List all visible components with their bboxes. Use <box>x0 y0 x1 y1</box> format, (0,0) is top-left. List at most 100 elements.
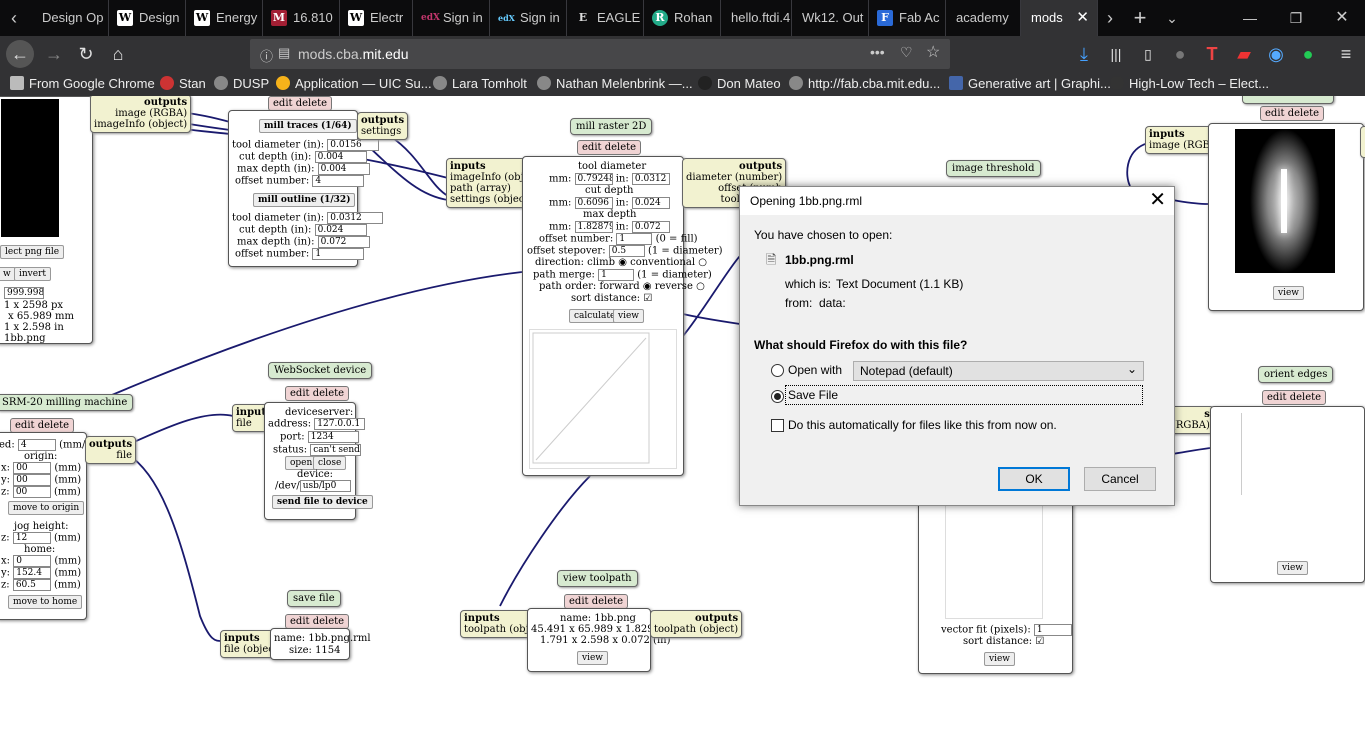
save-file-radio[interactable] <box>771 390 784 403</box>
offset-number-input[interactable]: 1 <box>616 233 653 245</box>
edit-delete-button[interactable]: edit delete <box>285 614 350 629</box>
save-file-option[interactable]: Save File <box>785 385 1143 405</box>
mill-traces-button[interactable]: mill traces (1/64) <box>259 119 357 133</box>
tab-7[interactable]: E EAGLE <box>567 0 644 36</box>
sort-checkbox-icon[interactable]: ☑ <box>643 293 652 304</box>
origin-y-input[interactable]: 00 <box>13 474 52 486</box>
view-button[interactable]: view <box>984 652 1015 666</box>
tab-11[interactable]: F Fab Ac <box>869 0 946 36</box>
distance-transform-title[interactable] <box>1242 96 1334 104</box>
grammarly-icon[interactable]: ● <box>1294 40 1322 68</box>
library-icon[interactable]: ||| <box>1102 40 1130 68</box>
auto-checkbox[interactable] <box>771 419 784 432</box>
reload-icon[interactable]: ↻ <box>72 40 100 68</box>
port-input[interactable]: 1234 <box>307 431 359 443</box>
edit-delete-button[interactable]: edit delete <box>1262 390 1327 405</box>
conventional-radio-icon[interactable]: ○ <box>698 257 707 268</box>
auto-label[interactable]: Do this automatically for files like thi… <box>788 418 1057 432</box>
tab-list-icon[interactable]: ⌄ <box>1158 0 1186 36</box>
max-depth-mm-input[interactable]: 1.828799 <box>574 221 613 233</box>
chrome-extension-icon[interactable]: ◉ <box>1262 40 1290 68</box>
max-depth-in-input[interactable]: 0.072 <box>631 221 670 233</box>
home-icon[interactable]: ⌂ <box>104 40 132 68</box>
edit-delete-button[interactable]: edit delete <box>577 140 642 155</box>
srm20-title[interactable]: SRM-20 milling machine <box>0 394 134 411</box>
tool-diameter-input[interactable]: 0.0156 <box>327 139 380 151</box>
forward-icon[interactable]: → <box>40 40 68 68</box>
view-button[interactable]: view <box>1277 561 1308 575</box>
tool-diameter-in-input[interactable]: 0.0312 <box>631 173 670 185</box>
tab-5[interactable]: edX Sign in <box>413 0 490 36</box>
bookmark-folder[interactable]: From Google Chrome <box>10 72 155 96</box>
tab-9[interactable]: hello.ftdi.4 <box>721 0 792 36</box>
sidebar-icon[interactable]: ▯ <box>1134 40 1162 68</box>
mill-raster-title[interactable]: mill raster 2D <box>570 118 653 135</box>
orient-edges-title[interactable]: orient edges <box>1258 366 1334 383</box>
menu-icon[interactable]: ≡ <box>1332 40 1360 68</box>
websocket-title[interactable]: WebSocket device <box>268 362 373 379</box>
tab-1[interactable]: W Design <box>109 0 186 36</box>
home-x-input[interactable]: 0 <box>13 555 52 567</box>
view-button[interactable]: view <box>1273 286 1304 300</box>
site-info-icon[interactable]: ⓘ <box>260 46 273 65</box>
max-depth-input[interactable]: 0.072 <box>317 236 370 248</box>
address-input[interactable]: 127.0.0.1 <box>314 418 366 430</box>
cut-depth-input[interactable]: 0.004 <box>314 151 367 163</box>
home-z-input[interactable]: 60.5 <box>12 579 51 591</box>
edit-delete-button[interactable]: edit delete <box>1260 106 1325 121</box>
dpi-input[interactable]: 999.998 <box>4 287 44 299</box>
tab-12[interactable]: academy <box>946 0 1021 36</box>
tab-4[interactable]: W Electr <box>340 0 413 36</box>
extension-icon[interactable]: ● <box>1166 40 1194 68</box>
jog-z-input[interactable]: 12 <box>12 532 51 544</box>
tool-diameter-mm-input[interactable]: 0.79248 <box>574 173 613 185</box>
tab-13-active[interactable]: mods ✕ <box>1021 0 1098 36</box>
edit-delete-button[interactable]: edit delete <box>268 96 333 111</box>
bookmark[interactable]: Don Mateo <box>698 72 781 96</box>
application-select[interactable]: Notepad (default) ⌄ <box>853 361 1144 381</box>
tab-0[interactable]: Design Op <box>32 0 109 36</box>
url-bar[interactable]: ⓘ ▤ mods.cba.mit.edu ••• ♡ ☆ <box>250 39 950 69</box>
cancel-button[interactable]: Cancel <box>1084 467 1156 491</box>
forward-radio-icon[interactable]: ◉ <box>643 281 652 292</box>
downloads-icon[interactable]: ⤓ <box>1070 40 1098 68</box>
view-button[interactable]: view <box>613 309 644 323</box>
close-tab-icon[interactable]: ✕ <box>1076 0 1089 36</box>
home-y-input[interactable]: 152.4 <box>13 567 52 579</box>
invert-button[interactable]: invert <box>14 267 52 281</box>
close-button[interactable]: close <box>313 456 347 470</box>
tool-diameter-input[interactable]: 0.0312 <box>327 212 384 224</box>
pocket-icon[interactable]: ♡ <box>900 44 913 61</box>
tab-3[interactable]: M 16.810 <box>263 0 340 36</box>
back-icon[interactable]: ← <box>6 40 34 68</box>
bookmark[interactable]: Application — UIC Su... <box>276 72 432 96</box>
mill-settings-outputs[interactable]: outputs settings <box>357 112 409 140</box>
tab-scroll-right-icon[interactable]: › <box>1096 0 1124 36</box>
bookmark[interactable]: DUSP <box>214 72 269 96</box>
close-window-icon[interactable]: ✕ <box>1328 0 1356 36</box>
edit-delete-button[interactable]: edit delete <box>285 386 350 401</box>
tab-2[interactable]: W Energy <box>186 0 263 36</box>
close-icon[interactable]: ✕ <box>1149 189 1166 211</box>
restore-icon[interactable]: ❐ <box>1282 0 1310 36</box>
tab-6[interactable]: edX Sign in <box>490 0 567 36</box>
offset-stepover-input[interactable]: 0.5 <box>608 245 645 257</box>
cut-depth-in-input[interactable]: 0.024 <box>631 197 670 209</box>
offset-number-input[interactable]: 4 <box>312 175 365 187</box>
pdf-icon[interactable]: ▰ <box>1230 40 1258 68</box>
srm20-outputs[interactable]: outputs file <box>85 436 137 464</box>
move-to-origin-button[interactable]: move to origin <box>8 501 85 515</box>
mill-outline-button[interactable]: mill outline (1/32) <box>253 193 356 207</box>
view-toolpath-title[interactable]: view toolpath <box>557 570 638 587</box>
bookmark[interactable]: High-Low Tech – Elect... <box>1110 72 1269 96</box>
distance-outputs[interactable] <box>1360 126 1365 158</box>
bookmark[interactable]: http://fab.cba.mit.edu... <box>789 72 940 96</box>
tab-scroll-left-icon[interactable]: ‹ <box>0 0 28 36</box>
max-depth-input[interactable]: 0.004 <box>317 163 370 175</box>
image-threshold-title[interactable]: image threshold <box>946 160 1041 177</box>
select-png-button[interactable]: lect png file <box>0 245 65 259</box>
view-toolpath-outputs[interactable]: outputs toolpath (object) <box>650 610 743 638</box>
reverse-radio-icon[interactable]: ○ <box>696 281 705 292</box>
bookmark[interactable]: Stan <box>160 72 206 96</box>
origin-z-input[interactable]: 00 <box>12 486 51 498</box>
